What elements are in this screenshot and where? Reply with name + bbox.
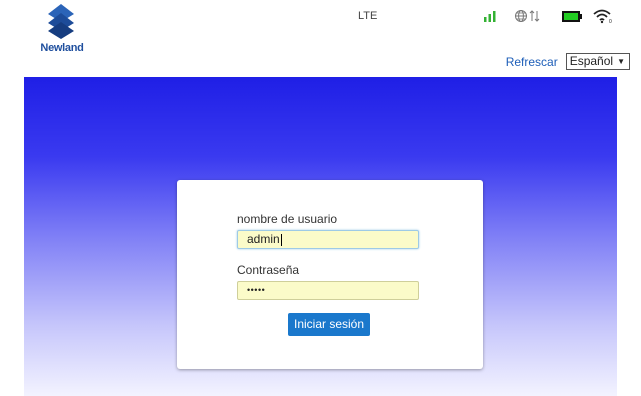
username-input[interactable]: admin (237, 230, 419, 249)
top-bar: Newland LTE 0 Refrescar Español ▼ (0, 0, 641, 76)
refresh-link[interactable]: Refrescar (506, 55, 558, 69)
username-value: admin (247, 232, 280, 246)
svg-text:0: 0 (609, 19, 612, 24)
text-caret (280, 233, 282, 246)
newland-logo: Newland (36, 4, 88, 54)
header-actions: Refrescar Español ▼ (506, 53, 630, 70)
signal-strength-icon (484, 11, 496, 22)
language-selected-value: Español (569, 54, 614, 68)
logo-mark-icon (48, 4, 74, 39)
password-input[interactable]: ••••• (237, 281, 419, 300)
network-type-label: LTE (358, 10, 378, 22)
username-label: nombre de usuario (237, 212, 338, 226)
login-button[interactable]: Iniciar sesión (288, 313, 370, 336)
brand-name: Newland (40, 42, 84, 54)
chevron-down-icon: ▼ (617, 57, 625, 66)
battery-icon (562, 11, 582, 22)
wifi-icon: 0 (593, 9, 612, 24)
login-card: nombre de usuario admin Contraseña •••••… (177, 180, 483, 369)
password-label: Contraseña (237, 263, 300, 277)
password-value: ••••• (247, 285, 266, 295)
language-select[interactable]: Español ▼ (565, 53, 630, 70)
globe-data-icon (515, 10, 540, 22)
